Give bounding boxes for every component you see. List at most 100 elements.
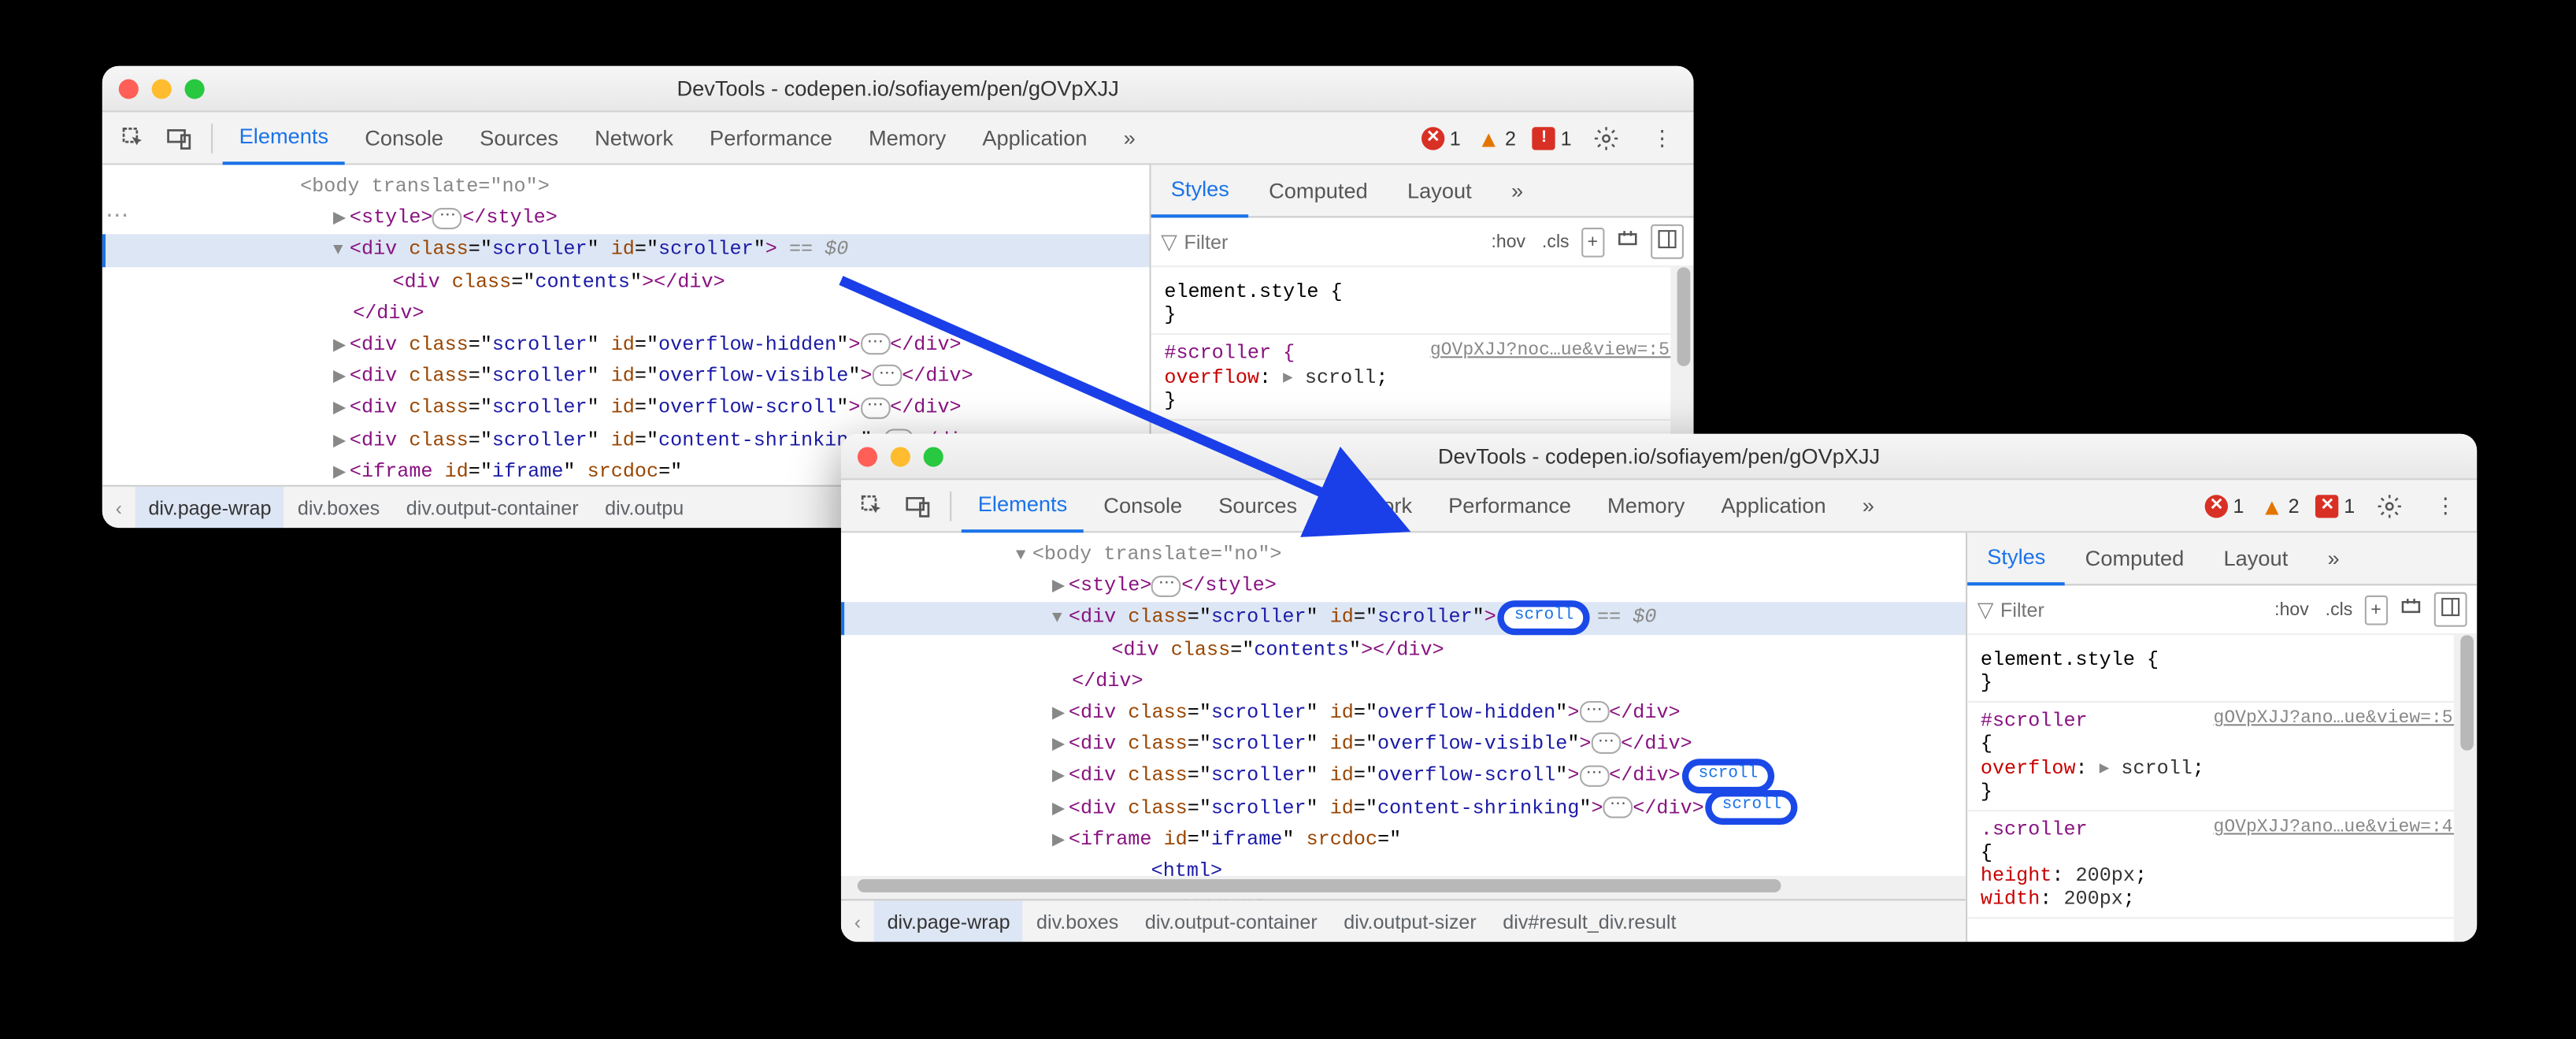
dom-line[interactable]: <body translate="no"> [102,172,1150,203]
tab-sources[interactable]: Sources [463,111,575,164]
dom-line[interactable]: ▶<style>⋯</style> [841,571,1966,603]
dom-line[interactable]: </div> [841,666,1966,697]
dom-line-selected[interactable]: ▼<div class="scroller" id="scroller">scr… [841,603,1966,634]
tab-styles[interactable]: Styles [1967,532,2065,584]
tab-network[interactable]: Network [578,111,690,164]
close-icon[interactable] [858,446,877,466]
zoom-icon[interactable] [185,78,205,98]
tab-computed[interactable]: Computed [1249,164,1388,217]
ellipsis-icon[interactable]: ⋯ [872,366,902,387]
gear-icon[interactable] [1585,117,1627,159]
dom-line[interactable]: ▶<div class="scroller" id="overflow-visi… [102,362,1150,393]
breadcrumb-item[interactable]: div.output-container [1132,900,1330,941]
computed-sidebar-icon[interactable] [2434,592,2467,627]
tab-console[interactable]: Console [1087,479,1199,532]
scrollbar-vertical[interactable] [2454,635,2477,941]
hov-toggle[interactable]: :hov [2270,596,2314,623]
breadcrumb-item[interactable]: div.boxes [1023,900,1132,941]
computed-sidebar-icon[interactable] [1651,224,1684,259]
tabs-overflow-icon[interactable]: » [1107,111,1152,164]
minimize-icon[interactable] [152,78,172,98]
hov-toggle[interactable]: :hov [1486,228,1530,255]
cls-toggle[interactable]: .cls [2320,596,2357,623]
breadcrumb-item[interactable]: div.page-wrap [135,487,284,528]
scroll-badge-icon[interactable]: scroll [1687,763,1770,788]
device-icon[interactable] [158,117,201,159]
tab-layout[interactable]: Layout [2203,532,2307,584]
scroll-badge-icon[interactable]: scroll [1711,795,1793,819]
ellipsis-icon[interactable]: ⋯ [1591,733,1621,755]
dom-line[interactable]: ▶<div class="scroller" id="content-shrin… [841,792,1966,824]
tab-console[interactable]: Console [348,111,460,164]
styles-tabs-overflow-icon[interactable]: » [1492,164,1543,217]
breadcrumbs[interactable]: ‹ div.page-wrap div.boxes div.output-con… [841,899,1966,941]
ellipsis-icon[interactable]: ⋯ [1151,575,1181,596]
ellipsis-icon[interactable]: ⋯ [1579,765,1609,786]
filter-input[interactable] [2000,598,2263,621]
gear-icon[interactable] [2368,484,2411,527]
flexbox-editor-icon[interactable] [2394,592,2427,627]
minimize-icon[interactable] [891,446,910,466]
inspect-icon[interactable] [851,484,894,527]
tab-memory[interactable]: Memory [852,111,962,164]
tab-application[interactable]: Application [1705,479,1843,532]
device-icon[interactable] [897,484,940,527]
ellipsis-icon[interactable]: ⋯ [860,334,890,355]
ellipsis-icon[interactable]: ⋯ [1579,702,1609,723]
tab-elements[interactable]: Elements [962,479,1084,532]
tab-elements[interactable]: Elements [223,111,345,164]
tab-computed[interactable]: Computed [2066,532,2204,584]
source-link[interactable]: gOVpXJJ?ano…ue&view=:41 [2214,818,2464,838]
ellipsis-icon[interactable]: ⋯ [1603,796,1633,818]
tab-layout[interactable]: Layout [1388,164,1492,217]
tabs-overflow-icon[interactable]: » [1846,479,1891,532]
breadcrumb-item[interactable]: div.output-container [393,487,591,528]
dom-line[interactable]: ▶<style>⋯</style> [102,203,1150,235]
dom-line[interactable]: ▶<div class="scroller" id="overflow-hidd… [102,330,1150,362]
dom-line[interactable]: ▶<div class="scroller" id="overflow-visi… [841,729,1966,761]
zoom-icon[interactable] [924,446,943,466]
new-rule-icon[interactable]: + [1581,227,1604,257]
breadcrumb-prev-icon[interactable]: ‹ [102,495,135,518]
ellipsis-icon[interactable]: ⋯ [433,207,463,228]
dom-line[interactable]: ▶<iframe id="iframe" srcdoc=" [841,824,1966,855]
breadcrumb-item[interactable]: div#result_div.result [1490,900,1690,941]
elements-panel[interactable]: ▼<body translate="no"> ▶<style>⋯</style>… [841,532,1966,941]
dom-line[interactable]: <div class="contents"></div> [841,634,1966,666]
tab-application[interactable]: Application [966,111,1103,164]
styles-rules[interactable]: element.style { } gOVpXJJ?ano…ue&view=:5… [1967,635,2477,941]
dom-line[interactable]: </div> [102,298,1150,329]
source-link[interactable]: gOVpXJJ?noc…ue&view=:50 [1430,341,1681,361]
breadcrumb-item[interactable]: div.boxes [284,487,393,528]
kebab-icon[interactable]: ⋮ [2424,484,2467,527]
tab-performance[interactable]: Performance [1432,479,1588,532]
dom-line[interactable]: ▼<body translate="no"> [841,540,1966,571]
inspect-icon[interactable] [112,117,154,159]
ellipsis-icon[interactable]: ⋯ [860,397,890,418]
breadcrumb-item[interactable]: div.output-sizer [1330,900,1489,941]
tab-network[interactable]: Network [1317,479,1429,532]
source-link[interactable]: gOVpXJJ?ano…ue&view=:50 [2214,709,2464,729]
scroll-badge-icon[interactable]: scroll [1503,605,1585,629]
tab-sources[interactable]: Sources [1202,479,1314,532]
scrollbar-horizontal[interactable] [841,876,1966,899]
styles-tabs-overflow-icon[interactable]: » [2307,532,2359,584]
kebab-icon[interactable]: ⋮ [1641,117,1684,159]
status-badges[interactable]: ✕1 ▲2 !1 [1421,124,1571,151]
dom-line[interactable]: ▶<div class="scroller" id="overflow-scro… [102,393,1150,425]
dom-line[interactable]: ▶<div class="scroller" id="overflow-scro… [841,761,1966,792]
new-rule-icon[interactable]: + [2364,595,2388,625]
dom-line[interactable]: ▶<div class="scroller" id="overflow-hidd… [841,698,1966,729]
tab-memory[interactable]: Memory [1591,479,1701,532]
flexbox-editor-icon[interactable] [1611,224,1644,259]
breadcrumb-prev-icon[interactable]: ‹ [841,910,874,933]
cls-toggle[interactable]: .cls [1537,228,1574,255]
breadcrumb-item[interactable]: div.page-wrap [874,900,1023,941]
filter-input[interactable] [1184,230,1479,253]
status-badges[interactable]: ✕1 ▲2 ✕1 [2205,492,2355,519]
close-icon[interactable] [119,78,139,98]
tab-styles[interactable]: Styles [1151,164,1249,217]
dom-line-selected[interactable]: ▼<div class="scroller" id="scroller"> ==… [102,235,1150,266]
dom-line[interactable]: <div class="contents"></div> [102,266,1150,298]
breadcrumb-item[interactable]: div.outpu [591,487,697,528]
